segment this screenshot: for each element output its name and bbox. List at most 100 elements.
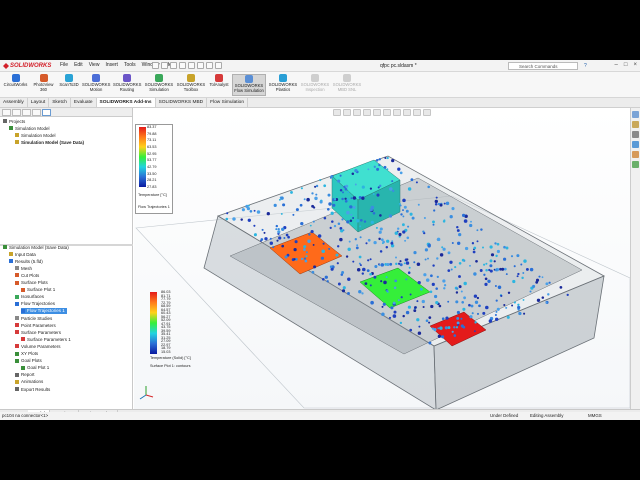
- tree-node[interactable]: Simulation Model: [15, 132, 56, 138]
- tree-node[interactable]: Animations: [15, 379, 43, 385]
- trajectory-particle: [344, 197, 347, 200]
- close-icon[interactable]: ×: [633, 62, 637, 68]
- tree-node[interactable]: Point Parameters: [15, 322, 56, 328]
- tab-sketch[interactable]: Sketch: [49, 98, 71, 107]
- ribbon-sublabel: Motion: [89, 86, 103, 92]
- trajectory-particle: [507, 291, 511, 295]
- open-icon[interactable]: [161, 62, 168, 69]
- trajectory-particle: [427, 243, 431, 247]
- trajectory-particle: [428, 321, 431, 324]
- ribbon-scanto3d[interactable]: ScanTo3D: [58, 74, 80, 96]
- menu-insert[interactable]: Insert: [105, 62, 118, 68]
- trajectory-particle: [503, 267, 507, 271]
- solidworks-logo[interactable]: SOLIDWORKS: [3, 62, 51, 70]
- ribbon-solidworks-flow-simulation[interactable]: SOLIDWORKS Flow Simulation: [232, 74, 266, 96]
- tab-solidworks-mbd[interactable]: SOLIDWORKS MBD: [156, 98, 208, 107]
- ribbon-solidworks-inspection[interactable]: SOLIDWORKS Inspection: [300, 74, 330, 96]
- select-icon[interactable]: [197, 62, 204, 69]
- tab-layout[interactable]: Layout: [28, 98, 50, 107]
- custom-properties-icon[interactable]: [632, 161, 639, 168]
- tree-node[interactable]: Flow Trajectories: [15, 301, 55, 307]
- trajectory-particle: [456, 287, 459, 290]
- trajectory-particle: [408, 266, 411, 269]
- tab-flow-simulation[interactable]: Flow Simulation: [207, 98, 248, 107]
- tab-evaluate[interactable]: Evaluate: [71, 98, 97, 107]
- tree-node[interactable]: Surface Parameters: [15, 329, 61, 335]
- ribbon-sublabel: Toolbox: [183, 86, 199, 92]
- tree-node[interactable]: Cut Plots: [15, 272, 39, 278]
- tree-node[interactable]: Simulation Model (Save Data): [15, 139, 84, 145]
- trajectory-particle: [410, 178, 414, 182]
- tree-node[interactable]: Simulation Model: [9, 125, 50, 131]
- ribbon-circuitworks[interactable]: CircuitWorks: [2, 74, 29, 96]
- trajectory-particle: [547, 293, 550, 296]
- ribbon-solidworks-plastics[interactable]: SOLIDWORKS Plastics: [268, 74, 298, 96]
- flow-analysis-tab-icon[interactable]: [42, 109, 51, 116]
- appearances-icon[interactable]: [632, 151, 639, 158]
- new-doc-icon[interactable]: [152, 62, 159, 69]
- tree-node[interactable]: XY Plots: [15, 351, 38, 357]
- ribbon-tolanalyst[interactable]: TolAnalyst: [208, 74, 230, 96]
- help-icon[interactable]: ?: [584, 63, 587, 69]
- tree-node[interactable]: Export Results: [15, 386, 50, 392]
- tree-node[interactable]: Volume Parameters: [15, 343, 61, 349]
- trajectory-particle: [462, 307, 466, 311]
- addin-icon: [39, 74, 48, 82]
- trajectory-particle: [339, 237, 343, 242]
- save-icon[interactable]: [170, 62, 177, 69]
- ribbon-solidworks-mbd-snl[interactable]: SOLIDWORKS MBD SNL: [332, 74, 362, 96]
- trajectory-particle: [458, 285, 462, 289]
- maximize-icon[interactable]: □: [624, 62, 628, 68]
- trajectory-particle: [354, 169, 358, 173]
- menu-file[interactable]: File: [60, 62, 68, 68]
- trajectory-particle: [436, 275, 439, 279]
- trajectory-particle: [472, 250, 476, 254]
- ribbon-solidworks-routing[interactable]: SOLIDWORKS Routing: [113, 74, 141, 96]
- tree-node[interactable]: Results (5.fld): [9, 258, 43, 264]
- tree-node[interactable]: Goal Plots: [15, 358, 42, 364]
- tree-node[interactable]: Isosurfaces: [15, 294, 44, 300]
- undo-icon[interactable]: [188, 62, 195, 69]
- tree-node-label: Simulation Model (Save Data): [21, 139, 85, 145]
- ribbon-solidworks-toolbox[interactable]: SOLIDWORKS Toolbox: [176, 74, 206, 96]
- ribbon-solidworks-motion[interactable]: SOLIDWORKS Motion: [82, 74, 110, 96]
- addin-icon: [11, 74, 20, 82]
- view-palette-icon[interactable]: [632, 141, 639, 148]
- tree-node[interactable]: Projects: [3, 118, 25, 124]
- file-explorer-icon[interactable]: [632, 131, 639, 138]
- rebuild-icon[interactable]: [206, 62, 213, 69]
- menu-tools[interactable]: Tools: [124, 62, 136, 68]
- property-tab-icon[interactable]: [12, 109, 21, 116]
- tree-node[interactable]: Input Data: [9, 251, 36, 257]
- search-commands-input[interactable]: Search Commands: [508, 62, 578, 70]
- dim-tab-icon[interactable]: [32, 109, 41, 116]
- options-icon[interactable]: [215, 62, 222, 69]
- tree-node-icon: [15, 316, 19, 320]
- tree-node[interactable]: Report: [15, 372, 35, 378]
- status-units[interactable]: MMGS: [588, 412, 602, 420]
- trajectory-particle: [471, 312, 474, 315]
- resources-icon[interactable]: [632, 111, 639, 118]
- print-icon[interactable]: [179, 62, 186, 69]
- tree-node[interactable]: Goal Plot 1: [21, 365, 49, 371]
- tree-node[interactable]: Particle Studies: [15, 315, 52, 321]
- config-tab-icon[interactable]: [22, 109, 31, 116]
- tree-node[interactable]: Flow Trajectories 1: [21, 307, 67, 314]
- design-library-icon[interactable]: [632, 121, 639, 128]
- menu-view[interactable]: View: [89, 62, 100, 68]
- ribbon-photoview-360[interactable]: PhotoView 360: [31, 74, 56, 96]
- tree-node[interactable]: Mesh: [15, 265, 32, 271]
- feature-tree-tab-icon[interactable]: [2, 109, 11, 116]
- menu-edit[interactable]: Edit: [74, 62, 83, 68]
- tree-node[interactable]: Surface Parameters 1: [21, 336, 71, 342]
- minimize-icon[interactable]: –: [615, 62, 618, 68]
- tab-assembly[interactable]: Assembly: [0, 98, 28, 107]
- trajectory-particle: [378, 264, 381, 267]
- trajectory-particle: [345, 255, 349, 258]
- ribbon-solidworks-simulation[interactable]: SOLIDWORKS Simulation: [144, 74, 174, 96]
- tree-node[interactable]: Surface Plots: [15, 280, 48, 286]
- tree-node[interactable]: Surface Plot 1: [21, 287, 55, 293]
- tree-node[interactable]: Simulation Model (Save Data): [3, 244, 69, 250]
- tab-solidworks-add-ins[interactable]: SOLIDWORKS Add-Ins: [96, 98, 156, 107]
- graphics-area[interactable]: 83.37 79.88 73.11 63.53 52.95 53.77 42.79 33.50…: [134, 108, 630, 409]
